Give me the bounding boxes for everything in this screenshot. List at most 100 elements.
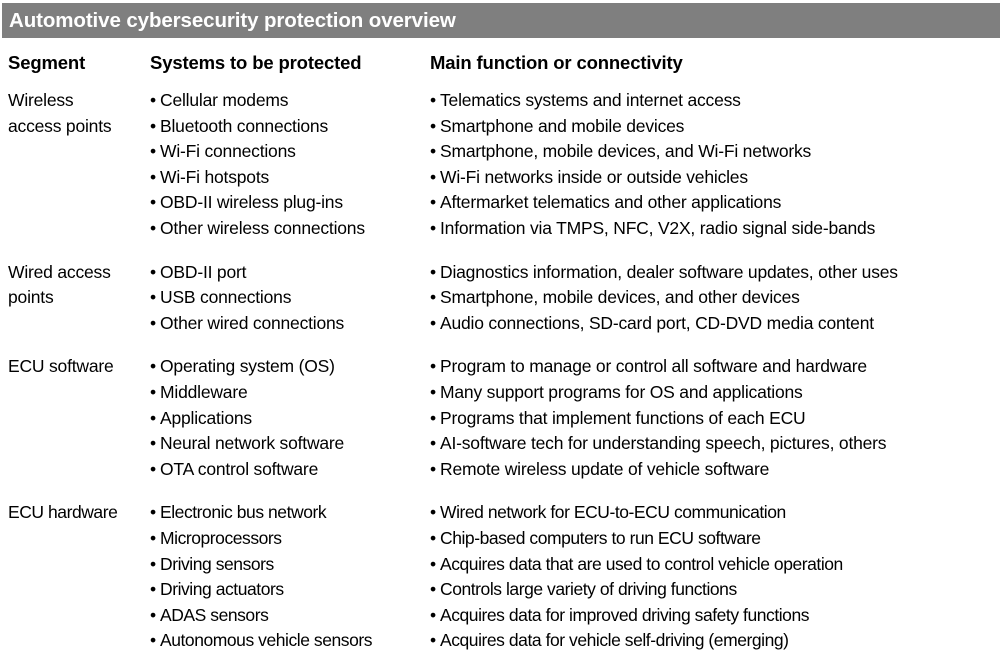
segment-label: Wireless access points xyxy=(8,88,148,139)
bullet-icon: • xyxy=(430,312,436,333)
function-bullet-item: • Controls large variety of driving funct… xyxy=(430,577,995,603)
figure-title: Automotive cybersecurity protection over… xyxy=(9,8,456,32)
bullet-text: Chip-based computers to run ECU software xyxy=(440,527,761,548)
segment-label-line: access points xyxy=(8,115,112,136)
bullet-icon: • xyxy=(150,381,156,402)
bullet-icon: • xyxy=(430,192,436,213)
segment-label: ECU software xyxy=(8,354,148,380)
bullet-text: Aftermarket telematics and other applica… xyxy=(440,192,782,213)
bullet-icon: • xyxy=(150,527,156,548)
bullet-text: Acquires data that are used to control v… xyxy=(440,553,843,574)
function-bullet-item: • Audio connections, SD-card port, CD-DVD… xyxy=(430,311,995,337)
bullet-text: Controls large variety of driving functi… xyxy=(440,579,737,600)
system-bullet-item: • Middleware xyxy=(150,380,428,406)
systems-column: • Cellular modems • Bluetooth connections • W… xyxy=(150,88,428,242)
bullet-text: Programs that implement functions of eac… xyxy=(440,407,806,428)
system-bullet-item: • Other wired connections xyxy=(150,311,428,337)
bullet-icon: • xyxy=(150,458,156,479)
systems-column: • Operating system (OS) • Middleware • Applic… xyxy=(150,354,428,482)
function-bullet-item: • Telematics systems and internet access xyxy=(430,88,995,114)
system-bullet-item: • OBD-II wireless plug-ins xyxy=(150,190,428,216)
systems-column: • Electronic bus network • Microprocessors •… xyxy=(150,500,428,654)
bullet-icon: • xyxy=(430,553,436,574)
column-header-row: Segment Systems to be protected Main fun… xyxy=(0,52,1000,78)
bullet-text: Bluetooth connections xyxy=(160,115,329,136)
system-bullet-item: • Microprocessors xyxy=(150,526,428,552)
bullet-text: Wi-Fi networks inside or outside vehicle… xyxy=(440,166,748,187)
function-bullet-item: • Program to manage or control all softwa… xyxy=(430,354,995,380)
bullet-icon: • xyxy=(150,261,156,282)
system-bullet-item: • Neural network software xyxy=(150,431,428,457)
bullet-text: ADAS sensors xyxy=(160,604,269,625)
function-bullet-item: • Diagnostics information, dealer softwar… xyxy=(430,260,995,286)
function-bullet-item: • Acquires data that are used to control … xyxy=(430,552,995,578)
system-bullet-item: • Electronic bus network xyxy=(150,500,428,526)
bullet-text: Wi-Fi connections xyxy=(160,141,296,162)
segment-label-line: ECU software xyxy=(8,356,114,377)
bullet-icon: • xyxy=(150,604,156,625)
bullet-icon: • xyxy=(430,527,436,548)
bullet-icon: • xyxy=(150,312,156,333)
table-figure: Automotive cybersecurity protection over… xyxy=(0,0,1000,650)
bullet-text: Neural network software xyxy=(160,433,345,454)
bullet-text: Information via TMPS, NFC, V2X, radio si… xyxy=(440,217,876,238)
bullet-text: Applications xyxy=(160,407,252,428)
bullet-icon: • xyxy=(150,356,156,377)
bullet-text: Middleware xyxy=(160,381,248,402)
bullet-text: Operating system (OS) xyxy=(160,356,335,377)
bullet-text: Wi-Fi hotspots xyxy=(160,166,270,187)
segment-label-line: ECU hardware xyxy=(8,502,118,523)
function-bullet-item: • Smartphone, mobile devices, and other d… xyxy=(430,285,995,311)
bullet-icon: • xyxy=(430,356,436,377)
function-bullet-item: • Wired network for ECU-to-ECU communicat… xyxy=(430,500,995,526)
figure-title-bar: Automotive cybersecurity protection over… xyxy=(2,3,1000,38)
bullet-text: Cellular modems xyxy=(160,90,289,110)
column-header-systems: Systems to be protected xyxy=(150,52,362,73)
bullet-text: Driving actuators xyxy=(160,579,284,600)
bullet-text: Wired network for ECU-to-ECU communicati… xyxy=(440,502,786,523)
system-bullet-item: • Other wireless connections xyxy=(150,216,428,242)
bullet-icon: • xyxy=(430,458,436,479)
bullet-icon: • xyxy=(430,433,436,454)
system-bullet-item: • Operating system (OS) xyxy=(150,354,428,380)
function-bullet-item: • Chip-based computers to run ECU softwar… xyxy=(430,526,995,552)
segment-block: Wireless access points • Cellular modems • Bl… xyxy=(0,88,1000,242)
bullet-text: Program to manage or control all softwar… xyxy=(440,356,867,377)
bullet-icon: • xyxy=(430,166,436,187)
bullet-icon: • xyxy=(150,166,156,187)
bullet-icon: • xyxy=(430,407,436,428)
bullet-icon: • xyxy=(150,217,156,238)
bullet-icon: • xyxy=(430,502,436,523)
segment-block: ECU software • Operating system (OS) • Middl… xyxy=(0,354,1000,482)
bullet-text: USB connections xyxy=(160,287,292,308)
bullet-icon: • xyxy=(430,141,436,162)
system-bullet-item: • ADAS sensors xyxy=(150,603,428,629)
bullet-icon: • xyxy=(150,433,156,454)
bullet-text: Many support programs for OS and applica… xyxy=(440,381,803,402)
bullet-icon: • xyxy=(150,553,156,574)
system-bullet-item: • Autonomous vehicle sensors xyxy=(150,628,428,654)
segment-label: Wired access points xyxy=(8,260,148,311)
system-bullet-item: • OBD-II port xyxy=(150,260,428,286)
bullet-text: Telematics systems and internet access xyxy=(440,90,741,110)
function-bullet-item: • AI-software tech for understanding spee… xyxy=(430,431,995,457)
bullet-icon: • xyxy=(150,90,156,110)
function-bullet-item: • Remote wireless update of vehicle softw… xyxy=(430,457,995,483)
bullet-icon: • xyxy=(430,115,436,136)
system-bullet-item: • Bluetooth connections xyxy=(150,114,428,140)
bullet-text: Smartphone and mobile devices xyxy=(440,115,685,136)
bullet-text: Electronic bus network xyxy=(160,502,327,523)
segment-block: ECU hardware • Electronic bus network • Micr… xyxy=(0,500,1000,654)
bullet-icon: • xyxy=(150,407,156,428)
system-bullet-item: • Driving sensors xyxy=(150,552,428,578)
bullet-text: Audio connections, SD-card port, CD-DVD … xyxy=(440,312,874,333)
bullet-text: Microprocessors xyxy=(160,527,282,548)
bullet-text: Remote wireless update of vehicle softwa… xyxy=(440,458,770,479)
bullet-text: Other wireless connections xyxy=(160,217,365,238)
bullet-text: Driving sensors xyxy=(160,553,274,574)
systems-column: • OBD-II port • USB connections • Other wired… xyxy=(150,260,428,337)
bullet-text: Smartphone, mobile devices, and Wi-Fi ne… xyxy=(440,141,812,162)
function-bullet-item: • Wi-Fi networks inside or outside vehicl… xyxy=(430,165,995,191)
bullet-icon: • xyxy=(430,90,436,110)
function-column: • Telematics systems and internet access •… xyxy=(430,88,995,242)
